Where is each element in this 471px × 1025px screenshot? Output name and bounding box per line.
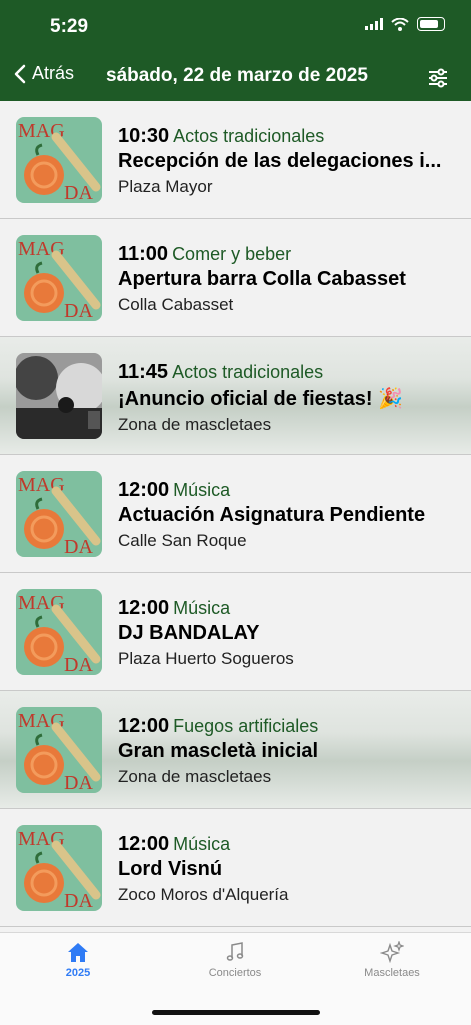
event-time-line: 11:45 Actos tradicionales xyxy=(118,361,453,384)
house-icon xyxy=(68,943,88,962)
event-name: Actuación Asignatura Pendiente xyxy=(118,504,426,526)
event-time-line: 12:00 Música xyxy=(118,597,453,620)
event-info: 12:00 Música Actuación Asignatura Pendient… xyxy=(118,479,453,551)
event-poster-image: MAGDA xyxy=(16,707,102,793)
event-place: Colla Cabasset xyxy=(118,295,234,314)
event-name: Apertura barra Colla Cabasset xyxy=(118,268,406,290)
event-time-line: 10:30 Actos tradicionales xyxy=(118,125,453,148)
tab-2025[interactable]: 2025 xyxy=(18,941,138,979)
event-place: Zona de mascletaes xyxy=(118,415,272,434)
event-row[interactable]: MAG DA 12:00 Música Lord Visnú Zoco Moros d'A… xyxy=(0,809,471,927)
status-icons xyxy=(365,17,445,31)
event-thumbnail: MAG DA xyxy=(16,589,102,675)
event-thumbnail: MAG DA xyxy=(16,117,102,203)
page-title: sábado, 22 de marzo de 2025 xyxy=(106,65,368,86)
event-row[interactable]: MAG DA 12:00 Música DJ BANDALAY Plaza Huerto … xyxy=(0,573,471,691)
event-place: Zona de mascletaes xyxy=(118,767,272,786)
event-row[interactable]: MAG DA 10:30 Actos tradicionales Recepción d… xyxy=(0,101,471,219)
event-place: Plaza Huerto Sogueros xyxy=(118,649,294,668)
battery-icon xyxy=(417,17,445,31)
event-photo-image xyxy=(16,353,102,439)
event-category: Actos tradicionales xyxy=(172,362,324,382)
event-poster-image: MAGDA xyxy=(16,235,102,321)
event-time-line: 12:00 Fuegos artificiales xyxy=(118,715,453,738)
event-category: Actos tradicionales xyxy=(173,126,325,146)
filter-sliders-icon[interactable] xyxy=(426,66,450,90)
back-button[interactable]: Atrás xyxy=(14,63,74,84)
event-name: Lord Visnú xyxy=(118,858,223,880)
event-place: Zoco Moros d'Alquería xyxy=(118,885,289,904)
wifi-icon xyxy=(391,17,409,31)
event-category: Música xyxy=(173,598,231,618)
event-time-line: 11:00 Comer y beber xyxy=(118,243,453,266)
event-list: MAG DA 10:30 Actos tradicionales Recepción d… xyxy=(0,101,471,927)
event-name: DJ BANDALAY xyxy=(118,622,260,644)
event-time: 11:00 xyxy=(118,243,169,265)
event-place: Calle San Roque xyxy=(118,531,247,550)
event-time: 10:30 xyxy=(118,125,170,147)
music-note-icon xyxy=(226,942,244,961)
event-thumbnail: MAG DA xyxy=(16,707,102,793)
event-info: 12:00 Fuegos artificiales Gran mascletà in… xyxy=(118,715,453,787)
event-time-line: 12:00 Música xyxy=(118,479,453,502)
event-info: 12:00 Música Lord Visnú Zoco Moros d'Alquer… xyxy=(118,833,453,905)
event-name: ¡Anuncio oficial de fiestas! 🎉 xyxy=(118,388,403,410)
event-thumbnail: MAG DA xyxy=(16,471,102,557)
back-label: Atrás xyxy=(32,63,75,83)
event-thumbnail: MAG DA xyxy=(16,825,102,911)
event-category: Música xyxy=(173,834,231,854)
event-category: Música xyxy=(173,480,231,500)
tab-mascletaes[interactable]: Mascletaes xyxy=(332,941,452,979)
event-poster-image: MAGDA xyxy=(16,589,102,675)
event-name: Gran mascletà inicial xyxy=(118,740,319,762)
tab-label: Conciertos xyxy=(208,967,262,979)
event-row[interactable]: MAG DA 12:00 Música Actuación Asignatura Pen… xyxy=(0,455,471,573)
event-poster-image: MAGDA xyxy=(16,825,102,911)
event-category: Fuegos artificiales xyxy=(173,716,319,736)
navigation-header: 5:29 Atrás sábado, 22 de marzo de 2025 xyxy=(0,0,471,101)
event-thumbnail: MAG DA xyxy=(16,235,102,321)
event-poster-image: MAGDA xyxy=(16,117,102,203)
signal-icon xyxy=(365,18,383,30)
event-time: 12:00 xyxy=(118,833,170,855)
event-poster-image: MAGDA xyxy=(16,471,102,557)
event-place: Plaza Mayor xyxy=(118,177,213,196)
status-time: 5:29 xyxy=(50,16,89,37)
event-thumbnail xyxy=(16,353,102,439)
tab-conciertos[interactable]: Conciertos xyxy=(175,941,295,979)
event-time: 12:00 xyxy=(118,597,170,619)
event-row[interactable]: MAG DA 12:00 Fuegos artificiales Gran mascle… xyxy=(0,691,471,809)
home-indicator xyxy=(152,1010,320,1015)
event-info: 11:00 Comer y beber Apertura barra Colla C… xyxy=(118,243,453,315)
event-time: 12:00 xyxy=(118,479,170,501)
event-info: 11:45 Actos tradicionales ¡Anuncio oficial… xyxy=(118,361,453,435)
event-time: 11:45 xyxy=(118,361,169,383)
tab-label: 2025 xyxy=(65,967,91,979)
sparkles-icon xyxy=(380,941,404,963)
event-row[interactable]: 11:45 Actos tradicionales ¡Anuncio oficial… xyxy=(0,337,471,455)
tab-label: Mascletaes xyxy=(364,967,420,979)
event-category: Comer y beber xyxy=(172,244,292,264)
event-info: 10:30 Actos tradicionales Recepción de las… xyxy=(118,125,453,197)
chevron-left-icon xyxy=(14,64,26,83)
event-time-line: 12:00 Música xyxy=(118,833,453,856)
event-row[interactable]: MAG DA 11:00 Comer y beber Apertura barra Co… xyxy=(0,219,471,337)
event-name: Recepción de las delegaciones i... xyxy=(118,150,442,172)
event-time: 12:00 xyxy=(118,715,170,737)
event-info: 12:00 Música DJ BANDALAY Plaza Huerto Sogue… xyxy=(118,597,453,669)
